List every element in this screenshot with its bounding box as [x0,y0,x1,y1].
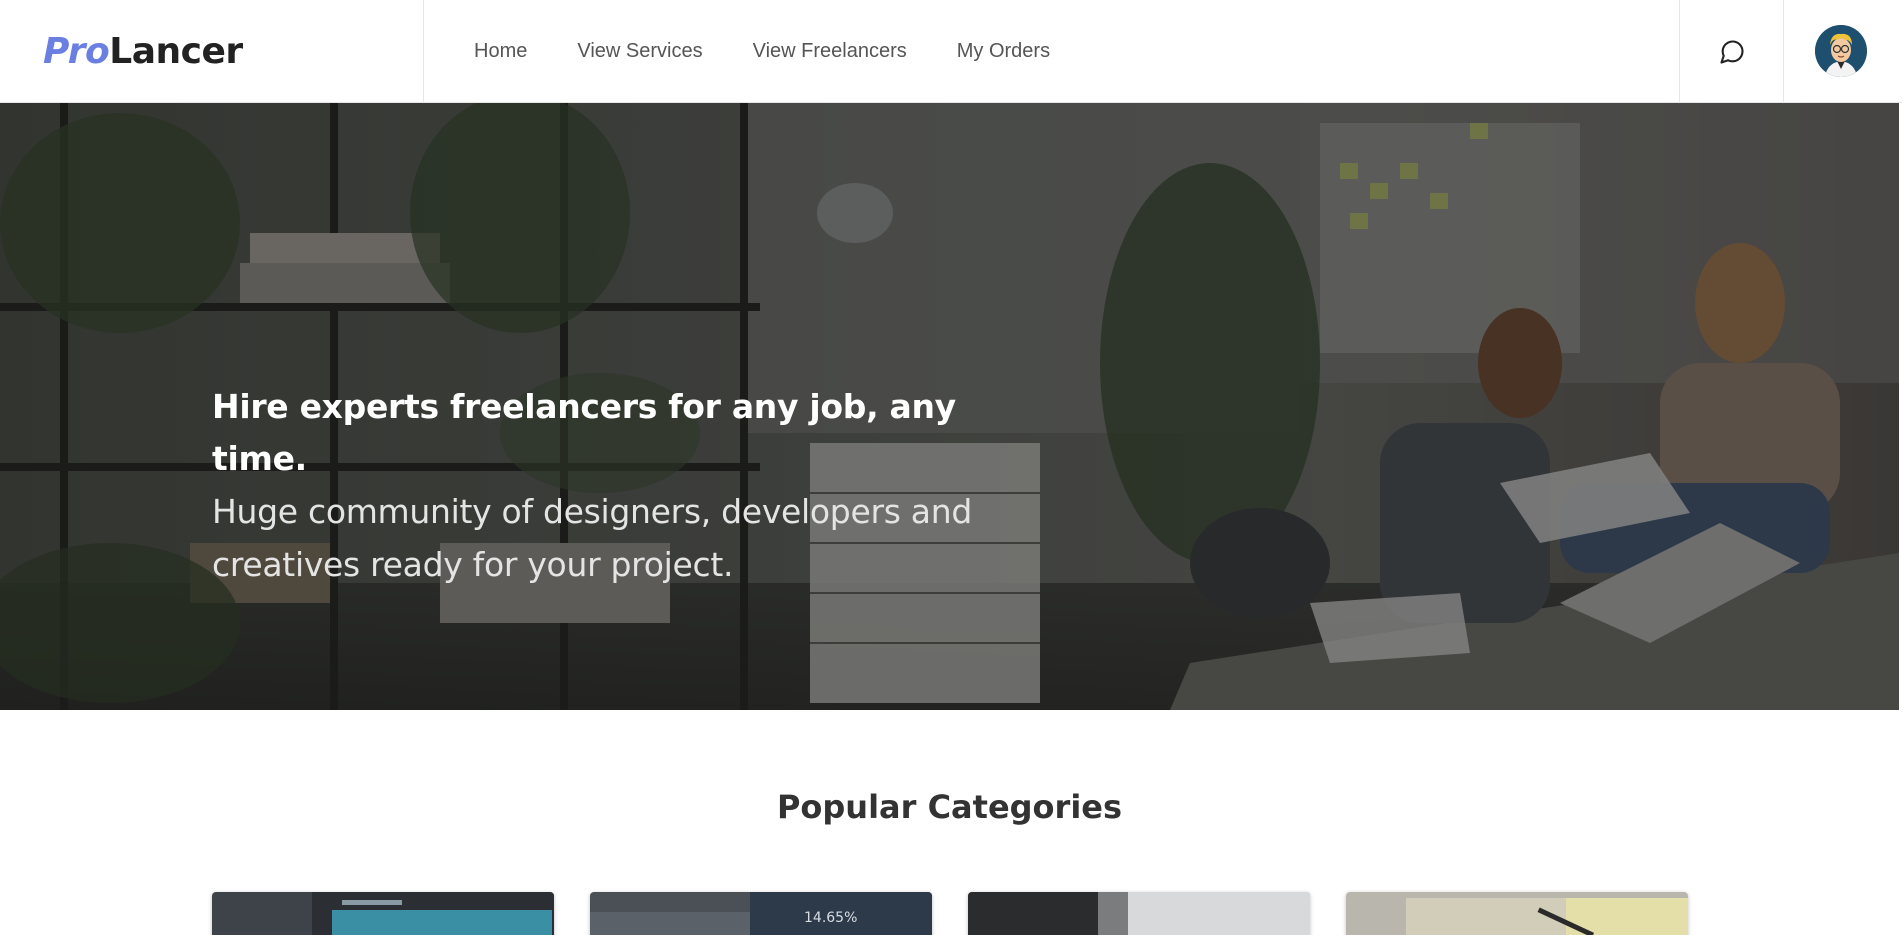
brand-logo-pro: Pro [43,31,110,72]
category-card[interactable]: 14.65% [590,892,932,935]
category-card-stat: 14.65% [804,910,857,926]
category-card[interactable] [968,892,1310,935]
hero-text: Hire experts freelancers for any job, an… [212,381,1012,591]
nav-divider [423,0,424,103]
brand-logo[interactable]: Pro Lancer [43,0,243,103]
chat-bubble-icon [1720,39,1744,64]
nav-link-view-freelancers[interactable]: View Freelancers [753,40,907,63]
category-card[interactable] [212,892,554,935]
main-nav: Home View Services View Freelancers My O… [474,0,1050,103]
category-card-image [968,892,1310,935]
category-card-image [1346,892,1688,935]
user-avatar-icon [1815,25,1867,77]
nav-link-view-services[interactable]: View Services [577,40,702,63]
hero-banner: Hire experts freelancers for any job, an… [0,103,1899,710]
category-card-image [212,892,554,935]
nav-divider [1783,0,1784,103]
nav-link-my-orders[interactable]: My Orders [957,40,1050,63]
hero-subtitle: Huge community of designers, developers … [212,492,972,584]
category-card[interactable] [1346,892,1688,935]
category-card-image: 14.65% [590,892,932,935]
popular-categories-title: Popular Categories [776,788,1123,826]
nav-link-home[interactable]: Home [474,40,527,63]
brand-logo-lancer: Lancer [109,31,243,72]
user-avatar[interactable] [1815,25,1867,77]
hero-title: Hire experts freelancers for any job, an… [212,387,956,478]
top-navbar: Pro Lancer Home View Services View Freela… [0,0,1903,103]
chat-button[interactable] [1680,0,1784,103]
